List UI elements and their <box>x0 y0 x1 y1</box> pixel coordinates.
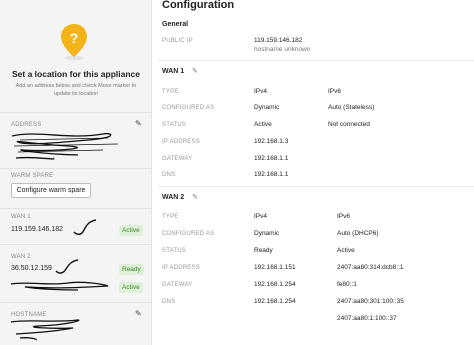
wan2-label: WAN 2 <box>11 254 31 260</box>
wan2-heading: WAN 2 <box>162 194 185 201</box>
public-ip-value: 119.159.146.182 <box>254 37 303 44</box>
wan2-row-ipv4: 192.168.1.254 <box>254 298 296 305</box>
divider <box>0 208 152 209</box>
wan2-row-ipv4: 192.168.1.151 <box>254 264 296 271</box>
wan2-row-label: CONFIGURED AS <box>162 231 215 237</box>
wan1-row-label: GATEWAY <box>162 156 193 162</box>
pencil-icon[interactable]: ✎ <box>192 67 198 75</box>
page-title: Configuration <box>162 0 235 11</box>
wan1-ip: 119.159.146.182 <box>11 226 64 233</box>
annotation-scribble <box>55 259 79 274</box>
wan2-row-label: IP ADDRESS <box>162 265 200 271</box>
wan1-row-ipv6: Not connected <box>328 121 370 128</box>
wan2-row-label: STATUS <box>162 248 186 254</box>
wan2-row-ipv6: 2407:aa80:1:100::37 <box>337 315 397 322</box>
wan1-row-label: DNS <box>162 172 176 178</box>
wan1-row-label: CONFIGURED AS <box>162 105 215 111</box>
wan1-row-label: TYPE <box>162 89 179 95</box>
wan1-row-ipv4: 192.168.1.3 <box>254 138 289 145</box>
general-heading: General <box>162 21 189 28</box>
annotation-scribble <box>73 219 97 236</box>
wan1-row-ipv4: IPv4 <box>254 88 268 95</box>
redaction-scribble <box>10 319 80 341</box>
wan2-row-ipv4: 192.168.1.254 <box>254 281 296 288</box>
wan1-row-ipv4: Active <box>254 121 272 128</box>
configure-warm-spare-button[interactable]: Configure warm spare <box>11 183 91 198</box>
wan2-row-ipv4: IPv4 <box>254 213 268 220</box>
wan2-row-label: TYPE <box>162 214 179 220</box>
wan1-row-ipv6: Auto (Stateless) <box>328 104 375 111</box>
wan2-ip: 36.50.12.159 <box>11 265 52 272</box>
wan2-row-ipv6: fe80::1 <box>337 281 357 288</box>
divider <box>0 244 152 245</box>
redaction-scribble <box>10 281 109 291</box>
wan2-status-badge-ready: Ready <box>119 264 144 275</box>
warm-spare-label: WARM SPARE <box>11 173 54 179</box>
wan1-row-label: STATUS <box>162 122 186 128</box>
wan2-row-ipv6: IPv6 <box>337 213 351 220</box>
divider <box>0 168 152 169</box>
divider <box>0 112 152 113</box>
wan1-heading: WAN 1 <box>162 68 185 75</box>
divider <box>158 186 474 187</box>
wan1-status-badge: Active <box>119 225 143 236</box>
wan2-row-ipv6: 2407:aa80:301:100::35 <box>337 298 404 305</box>
wan2-row-ipv6: Auto (DHCP6) <box>337 230 379 237</box>
redaction-scribble <box>11 132 119 160</box>
wan2-row-label: GATEWAY <box>162 282 193 288</box>
pencil-icon[interactable]: ✎ <box>135 119 142 128</box>
public-ip-label: PUBLIC IP <box>162 38 193 44</box>
wan1-label: WAN 1 <box>11 214 31 220</box>
wan1-row-ipv6: IPv6 <box>328 88 342 95</box>
wan2-row-ipv6: 2407:aa80:314:dcb8::1 <box>337 264 404 271</box>
wan1-row-ipv4: Dynamic <box>254 104 280 111</box>
wan2-row-label: DNS <box>162 299 176 305</box>
location-subtitle: Add an address below and check Move mark… <box>15 83 137 97</box>
divider <box>0 302 152 303</box>
pencil-icon[interactable]: ✎ <box>192 193 198 201</box>
location-title: Set a location for this appliance <box>12 69 140 79</box>
hostname-value: hostname unknown <box>254 46 311 53</box>
wan2-status-badge-active: Active <box>119 282 143 293</box>
wan1-row-label: IP ADDRESS <box>162 139 200 145</box>
wan2-row-ipv6: Active <box>337 247 355 254</box>
appliance-sidebar: ? Set a location for this appliance Add … <box>0 0 152 345</box>
divider <box>158 60 474 61</box>
wan2-row-ipv4: Dynamic <box>254 230 280 237</box>
wan1-row-ipv4: 192.168.1.1 <box>254 171 289 178</box>
pencil-icon[interactable]: ✎ <box>135 309 142 318</box>
wan1-row-ipv4: 192.168.1.1 <box>254 155 289 162</box>
wan2-row-ipv4: Ready <box>254 247 273 254</box>
svg-text:?: ? <box>70 30 79 46</box>
map-pin-question-icon: ? <box>56 22 92 62</box>
